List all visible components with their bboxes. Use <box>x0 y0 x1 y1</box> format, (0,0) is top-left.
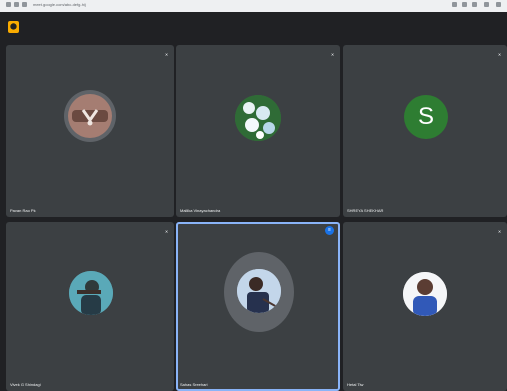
avatar <box>235 95 281 141</box>
person-photo-icon <box>237 269 281 313</box>
participant-tile-5[interactable]: ≡ Sahas Sreehari <box>176 222 340 391</box>
participant-tile-2[interactable]: ✕ Mallika Vinayachandra <box>176 45 340 217</box>
participant-name: Mallika Vinayachandra <box>180 208 221 213</box>
participant-name: Sahas Sreehari <box>180 382 208 387</box>
avatar <box>68 94 112 138</box>
share-icon[interactable] <box>452 2 457 7</box>
muted-icon: ✕ <box>497 52 502 57</box>
meeting-header <box>0 12 507 42</box>
back-icon[interactable] <box>6 2 11 7</box>
meeting-badge-icon[interactable]: ⬤ <box>8 21 19 33</box>
participant-tile-3[interactable]: ✕ S SHREYA SHEKHAR <box>343 45 507 217</box>
muted-icon: ✕ <box>330 52 335 57</box>
forward-icon[interactable] <box>14 2 19 7</box>
avatar-initial: S <box>417 103 434 130</box>
refresh-icon[interactable] <box>22 2 27 7</box>
menu-icon[interactable] <box>496 2 501 7</box>
person-photo-icon <box>403 272 447 316</box>
muted-icon: ✕ <box>164 229 169 234</box>
extensions-icon[interactable] <box>472 2 477 7</box>
avatar <box>69 271 113 315</box>
muted-icon: ✕ <box>497 229 502 234</box>
address-bar[interactable]: meet.google.com/abc-defg-hij <box>33 2 86 7</box>
avatar: S <box>404 95 448 139</box>
muted-icon: ✕ <box>164 52 169 57</box>
participant-tile-1[interactable]: ✕ Pavan Rao Pk <box>6 45 174 217</box>
participant-name: Vivek G Shindagi <box>10 382 41 387</box>
speaking-icon: ≡ <box>325 226 334 235</box>
flower-photo-icon <box>235 95 281 141</box>
participant-name: Hetal Tiw <box>347 382 364 387</box>
bookmark-icon[interactable] <box>462 2 467 7</box>
person-photo-icon <box>69 271 113 315</box>
avatar-icon <box>72 109 108 126</box>
participant-name: Pavan Rao Pk <box>10 208 36 213</box>
avatar <box>237 269 281 313</box>
profile-icon[interactable] <box>484 2 489 7</box>
participant-tile-4[interactable]: ✕ Vivek G Shindagi <box>6 222 174 391</box>
avatar <box>403 272 447 316</box>
participant-name: SHREYA SHEKHAR <box>347 208 384 213</box>
participant-tile-6[interactable]: ✕ Hetal Tiw <box>343 222 507 391</box>
